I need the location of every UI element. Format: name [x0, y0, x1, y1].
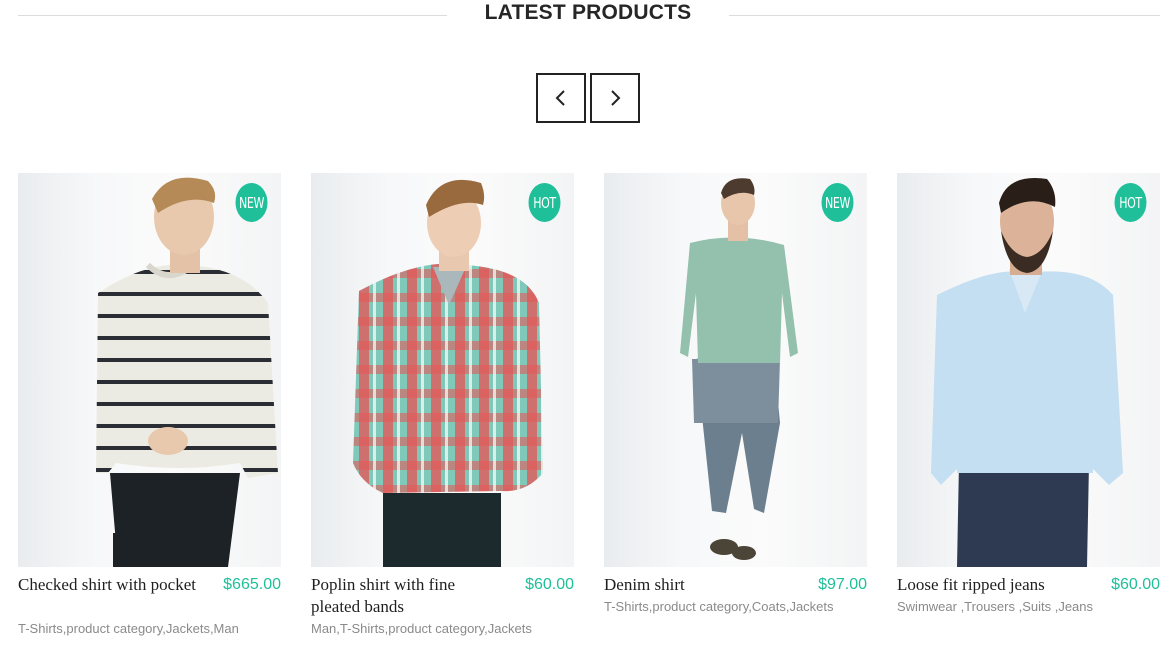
product-image[interactable]: HOT	[311, 173, 574, 567]
man-striped-sweater-photo	[96, 177, 278, 567]
product-card[interactable]: NEW Denim shirt $97.00 T-Shirts,product …	[604, 173, 867, 647]
chevron-right-icon	[611, 90, 621, 106]
carousel-prev-button[interactable]	[536, 73, 586, 123]
carousel-next-button[interactable]	[590, 73, 640, 123]
product-categories[interactable]: Man,T-Shirts,product category,Jackets	[311, 621, 532, 637]
product-name[interactable]: Checked shirt with pocket	[18, 574, 203, 596]
product-card[interactable]: NEW Checked shirt with pocket $665.00 T-…	[18, 173, 281, 647]
new-badge: NEW	[821, 183, 854, 222]
chevron-left-icon	[555, 90, 565, 106]
man-green-sweater-jeans-photo	[680, 178, 798, 560]
section-header: LATEST PRODUCTS	[0, 0, 1176, 32]
product-image[interactable]: NEW	[18, 173, 281, 567]
hot-badge: HOT	[528, 183, 561, 222]
man-light-blue-shirt-photo	[931, 178, 1123, 567]
product-name[interactable]: Denim shirt	[604, 574, 789, 596]
product-categories[interactable]: T-Shirts,product category,Coats,Jackets	[604, 599, 834, 615]
product-grid: NEW Checked shirt with pocket $665.00 T-…	[0, 173, 1176, 647]
product-price: $665.00	[223, 576, 281, 593]
header-divider-right	[729, 15, 1160, 16]
hot-badge: HOT	[1114, 183, 1147, 222]
product-card[interactable]: HOT Poplin shirt with fine pleated bands…	[311, 173, 574, 647]
product-price: $97.00	[818, 576, 867, 593]
product-name[interactable]: Loose fit ripped jeans	[897, 574, 1082, 596]
product-image[interactable]: HOT	[897, 173, 1160, 567]
section-title: LATEST PRODUCTS	[484, 1, 692, 24]
man-plaid-shirt-photo	[353, 179, 543, 567]
product-price: $60.00	[1111, 576, 1160, 593]
product-categories[interactable]: T-Shirts,product category,Jackets,Man	[18, 621, 239, 637]
product-price: $60.00	[525, 576, 574, 593]
product-image[interactable]: NEW	[604, 173, 867, 567]
product-name[interactable]: Poplin shirt with fine pleated bands	[311, 574, 496, 618]
new-badge: NEW	[235, 183, 268, 222]
product-card[interactable]: HOT Loose fit ripped jeans $60.00 Swimwe…	[897, 173, 1160, 647]
product-categories[interactable]: Swimwear ,Trousers ,Suits ,Jeans	[897, 599, 1093, 615]
header-divider-left	[18, 15, 447, 16]
